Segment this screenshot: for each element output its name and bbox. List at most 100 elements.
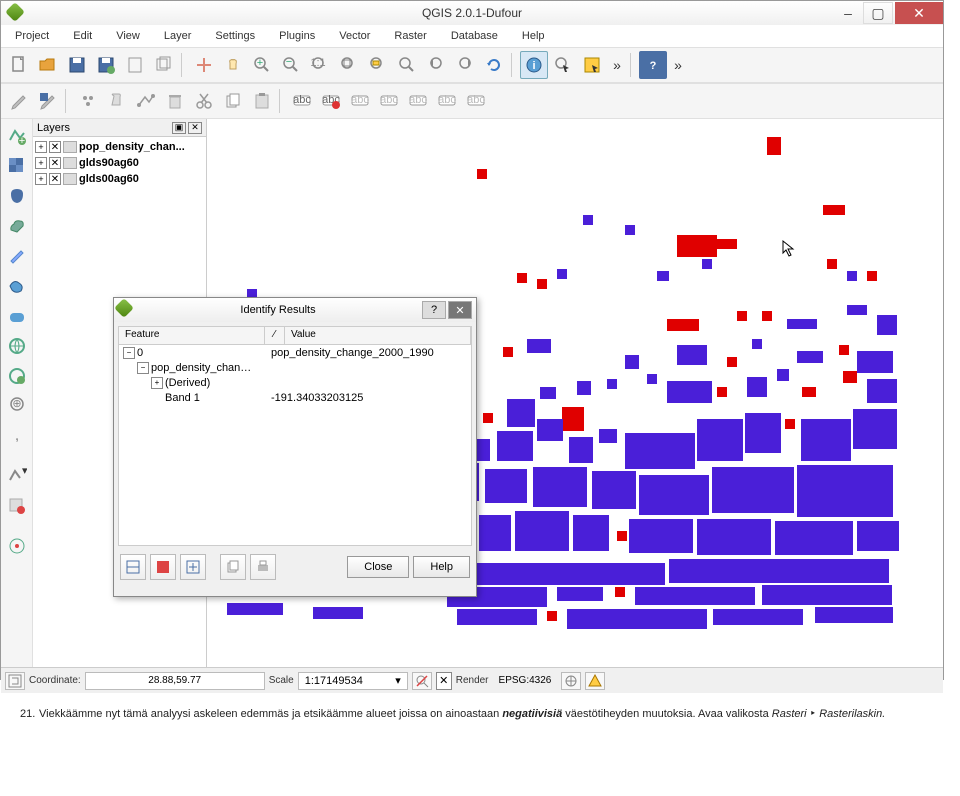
close-button[interactable]: ✕	[895, 2, 943, 24]
dialog-close-icon[interactable]: ✕	[448, 301, 472, 319]
visibility-checkbox[interactable]: ✕	[49, 141, 61, 153]
toggle-extents-icon[interactable]	[5, 672, 25, 690]
add-oracle-icon[interactable]	[4, 273, 30, 299]
messages-icon[interactable]	[585, 672, 605, 690]
add-mssql-icon[interactable]	[4, 243, 30, 269]
collapse-icon[interactable]: −	[123, 347, 135, 359]
zoom-in-icon[interactable]: +	[248, 51, 276, 79]
zoom-layer-icon[interactable]	[393, 51, 421, 79]
scale-field[interactable]: 1:17149534▾	[298, 672, 408, 690]
add-wcs-icon[interactable]	[4, 333, 30, 359]
save-project-icon[interactable]	[63, 51, 91, 79]
epsg-field[interactable]: EPSG:4326	[493, 672, 558, 690]
toolbar-overflow-2[interactable]: »	[668, 57, 688, 73]
zoom-next-icon[interactable]	[451, 51, 479, 79]
label-icon[interactable]: abc	[288, 87, 316, 115]
expand-icon[interactable]: +	[35, 141, 47, 153]
zoom-full-icon[interactable]	[335, 51, 363, 79]
add-wfs-icon[interactable]	[4, 363, 30, 389]
layer-item[interactable]: + ✕ glds00ag60	[35, 171, 204, 187]
composer-manager-icon[interactable]	[150, 51, 178, 79]
label-pin-icon[interactable]: abc	[346, 87, 374, 115]
zoom-out-icon[interactable]: −	[277, 51, 305, 79]
save-as-icon[interactable]	[92, 51, 120, 79]
help-button[interactable]: Help	[413, 556, 470, 578]
add-delimited-icon[interactable]: ,	[4, 423, 30, 449]
delete-selected-icon[interactable]	[161, 87, 189, 115]
menu-edit[interactable]: Edit	[63, 28, 102, 44]
menu-project[interactable]: Project	[5, 28, 59, 44]
menu-vector[interactable]: Vector	[329, 28, 380, 44]
add-wms-icon[interactable]	[4, 303, 30, 329]
collapse-icon[interactable]: −	[137, 362, 149, 374]
col-sort[interactable]: ⁄	[265, 327, 285, 344]
deselect-icon[interactable]	[578, 51, 606, 79]
select-icon[interactable]	[549, 51, 577, 79]
gps-icon[interactable]	[4, 533, 30, 559]
edit-toggle-icon[interactable]	[5, 87, 33, 115]
cut-icon[interactable]	[190, 87, 218, 115]
expand-icon[interactable]: +	[151, 377, 163, 389]
coord-field[interactable]: 28.88,59.77	[85, 672, 265, 690]
add-csv-icon[interactable]: ⊕	[4, 393, 30, 419]
menu-view[interactable]: View	[106, 28, 150, 44]
copy-attrs-icon[interactable]	[220, 554, 246, 580]
expand-icon[interactable]: +	[35, 157, 47, 169]
panel-float-icon[interactable]: ▣	[172, 122, 186, 134]
identify-tree[interactable]: Feature ⁄ Value −0 pop_density_change_20…	[118, 326, 472, 546]
zoom-last-icon[interactable]	[422, 51, 450, 79]
open-project-icon[interactable]	[34, 51, 62, 79]
refresh-icon[interactable]	[480, 51, 508, 79]
paste-icon[interactable]	[248, 87, 276, 115]
dialog-titlebar[interactable]: Identify Results ? ✕	[114, 298, 476, 322]
expand-all-icon[interactable]	[120, 554, 146, 580]
tree-row[interactable]: +(Derived)	[119, 375, 471, 390]
tree-row[interactable]: −0 pop_density_change_2000_1990	[119, 345, 471, 360]
render-checkbox[interactable]: ✕	[436, 672, 452, 690]
label-highlight-icon[interactable]: abc	[317, 87, 345, 115]
add-raster-icon[interactable]	[4, 153, 30, 179]
remove-layer-icon[interactable]	[4, 493, 30, 519]
maximize-button[interactable]: ▢	[863, 2, 893, 24]
minimize-button[interactable]: –	[833, 2, 863, 24]
pan-selection-icon[interactable]	[219, 51, 247, 79]
zoom-native-icon[interactable]: 1:1	[306, 51, 334, 79]
identify-icon[interactable]: i	[520, 51, 548, 79]
menu-help[interactable]: Help	[512, 28, 555, 44]
toolbar-overflow[interactable]: »	[607, 57, 627, 73]
label-show-icon[interactable]: abc	[375, 87, 403, 115]
collapse-all-icon[interactable]	[150, 554, 176, 580]
expand-new-icon[interactable]	[180, 554, 206, 580]
pan-icon[interactable]	[190, 51, 218, 79]
zoom-selection-icon[interactable]	[364, 51, 392, 79]
print-icon[interactable]	[250, 554, 276, 580]
node-tool-icon[interactable]	[132, 87, 160, 115]
label-move-icon[interactable]: abc	[404, 87, 432, 115]
dialog-help-icon[interactable]: ?	[422, 301, 446, 319]
save-edits-icon[interactable]	[34, 87, 62, 115]
new-composer-icon[interactable]	[121, 51, 149, 79]
menu-settings[interactable]: Settings	[205, 28, 265, 44]
lock-scale-icon[interactable]	[412, 672, 432, 690]
move-feature-icon[interactable]	[103, 87, 131, 115]
menu-database[interactable]: Database	[441, 28, 508, 44]
visibility-checkbox[interactable]: ✕	[49, 173, 61, 185]
col-value[interactable]: Value	[285, 327, 471, 344]
col-feature[interactable]: Feature	[119, 327, 265, 344]
label-change-icon[interactable]: abc	[462, 87, 490, 115]
add-spatialite-icon[interactable]	[4, 213, 30, 239]
tree-row[interactable]: Band 1 -191.34033203125	[119, 390, 471, 405]
menu-plugins[interactable]: Plugins	[269, 28, 325, 44]
expand-icon[interactable]: +	[35, 173, 47, 185]
add-feature-icon[interactable]	[74, 87, 102, 115]
add-postgis-icon[interactable]	[4, 183, 30, 209]
menu-raster[interactable]: Raster	[384, 28, 436, 44]
add-vector-icon[interactable]: +	[4, 123, 30, 149]
crs-icon[interactable]	[561, 672, 581, 690]
close-button[interactable]: Close	[347, 556, 409, 578]
visibility-checkbox[interactable]: ✕	[49, 157, 61, 169]
tree-row[interactable]: −pop_density_chan…	[119, 360, 471, 375]
label-rotate-icon[interactable]: abc	[433, 87, 461, 115]
help-icon[interactable]: ?	[639, 51, 667, 79]
panel-close-icon[interactable]: ✕	[188, 122, 202, 134]
